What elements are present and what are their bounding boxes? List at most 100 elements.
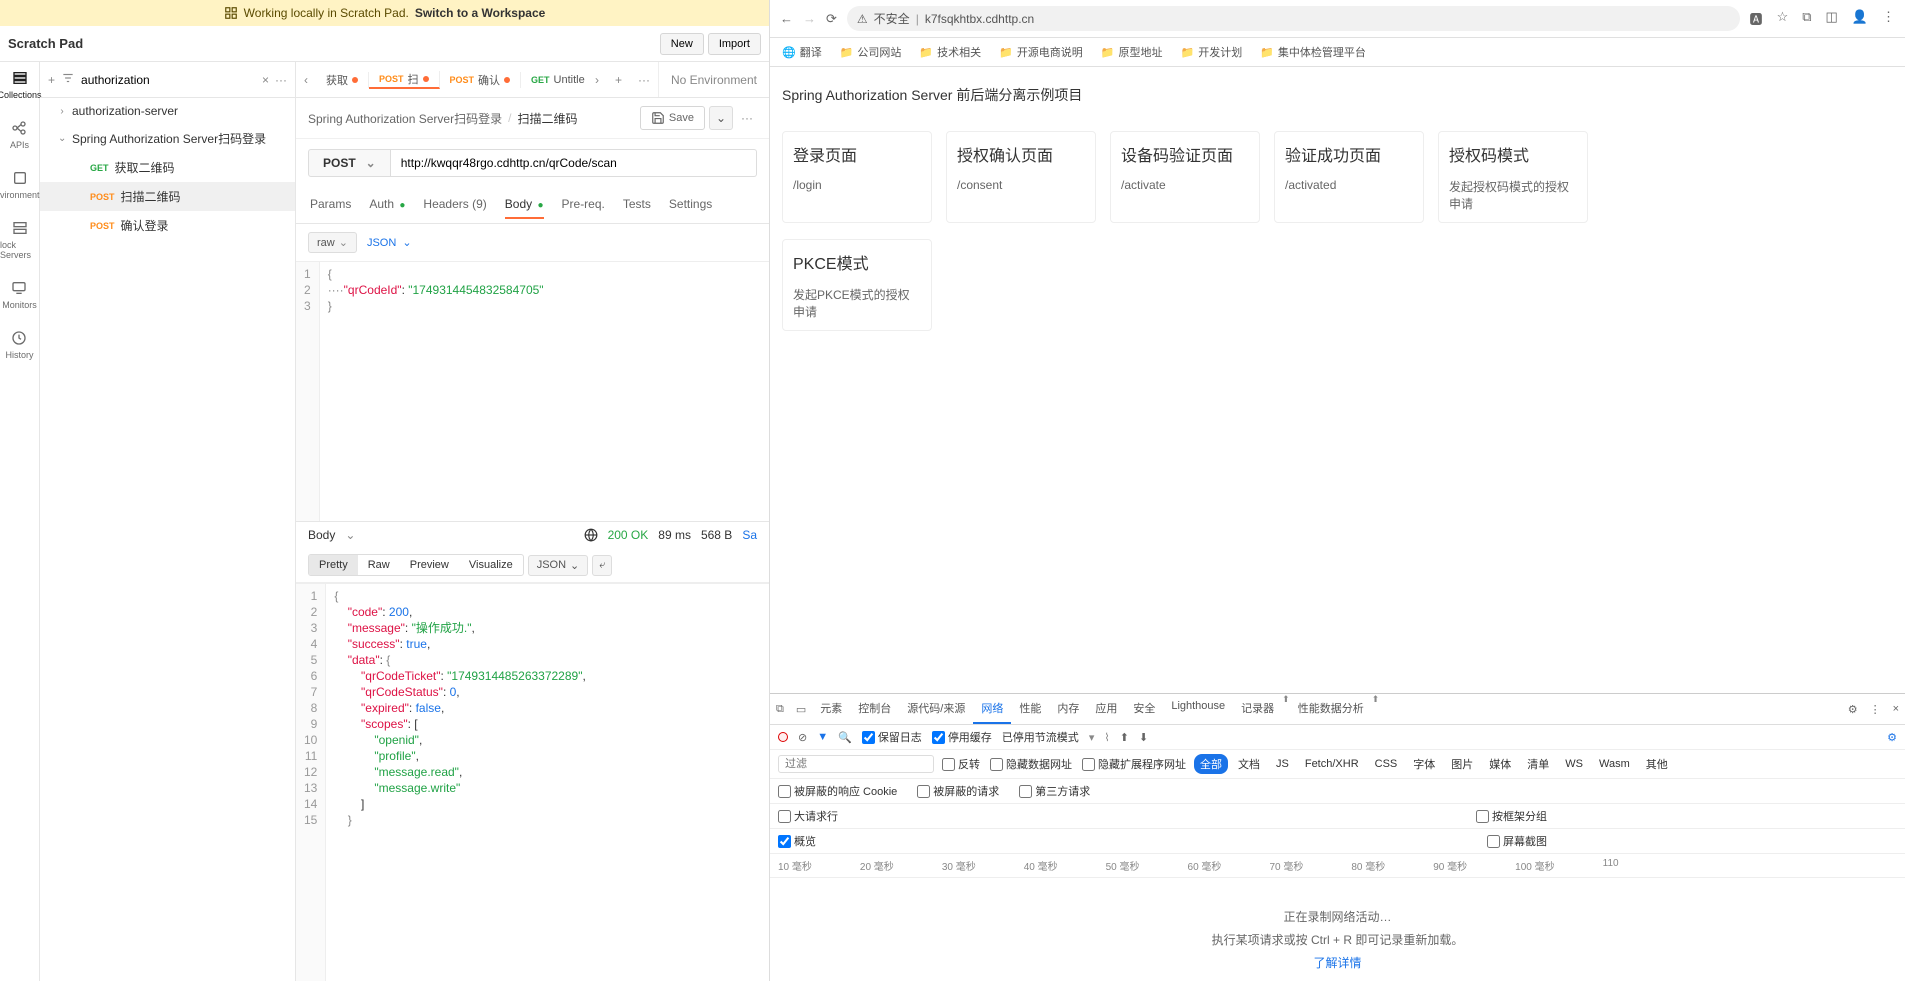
type-filter-全部[interactable]: 全部 bbox=[1194, 754, 1228, 774]
extensions-icon[interactable]: ⧉ bbox=[1802, 9, 1811, 28]
checkbox-被屏蔽的响应 Cookie[interactable]: 被屏蔽的响应 Cookie bbox=[778, 783, 897, 799]
sub-tab-settings[interactable]: Settings bbox=[669, 191, 712, 219]
devtools-tab[interactable]: 源代码/来源 bbox=[899, 694, 973, 724]
checkbox-概览[interactable]: 概览 bbox=[778, 833, 816, 849]
sidebar-item-history[interactable]: History bbox=[5, 330, 33, 360]
reload-icon[interactable]: ⟳ bbox=[826, 11, 837, 27]
nav-card[interactable]: PKCE模式发起PKCE模式的授权申请 bbox=[782, 239, 932, 331]
type-filter-其他[interactable]: 其他 bbox=[1640, 754, 1674, 774]
bookmark-item[interactable]: 📁技术相关 bbox=[919, 44, 981, 60]
sidebar-item-monitors[interactable]: Monitors bbox=[2, 280, 37, 310]
checkbox-隐藏扩展程序网址[interactable]: 隐藏扩展程序网址 bbox=[1082, 756, 1186, 772]
filter-icon[interactable] bbox=[61, 71, 75, 88]
banner-link[interactable]: Switch to a Workspace bbox=[415, 6, 545, 20]
sidebar-item-environments[interactable]: nvironments bbox=[0, 170, 44, 200]
nav-card[interactable]: 授权确认页面/consent bbox=[946, 131, 1096, 223]
type-filter-Wasm[interactable]: Wasm bbox=[1593, 756, 1636, 772]
network-filter-input[interactable] bbox=[778, 755, 934, 773]
method-selector[interactable]: POST ⌄ bbox=[308, 149, 391, 177]
wifi-icon[interactable]: ⌇ bbox=[1104, 731, 1109, 744]
breadcrumb-parent[interactable]: Spring Authorization Server扫码登录 bbox=[308, 110, 502, 127]
request-tab[interactable]: 获取 bbox=[316, 72, 369, 88]
environment-selector[interactable]: No Environment bbox=[658, 62, 769, 97]
nav-card[interactable]: 设备码验证页面/activate bbox=[1110, 131, 1260, 223]
checkbox-第三方请求[interactable]: 第三方请求 bbox=[1019, 783, 1090, 799]
throttle-dropdown-icon[interactable]: ▾ bbox=[1089, 731, 1095, 744]
type-filter-文档[interactable]: 文档 bbox=[1232, 754, 1266, 774]
checkbox-大请求行[interactable]: 大请求行 bbox=[778, 808, 838, 824]
folder-item[interactable]: ›authorization-server bbox=[40, 98, 295, 124]
devtools-tab[interactable]: Lighthouse bbox=[1163, 694, 1233, 724]
response-view-raw[interactable]: Raw bbox=[358, 555, 400, 575]
dtmore-icon[interactable]: ⋮ bbox=[1864, 699, 1887, 720]
request-tab[interactable]: POST扫 bbox=[369, 71, 440, 89]
response-view-pretty[interactable]: Pretty bbox=[309, 555, 358, 575]
filter-toggle-icon[interactable]: ▼ bbox=[817, 731, 828, 743]
checkbox-隐藏数据网址[interactable]: 隐藏数据网址 bbox=[990, 756, 1072, 772]
tabs-more-icon[interactable]: ··· bbox=[630, 73, 658, 87]
type-filter-字体[interactable]: 字体 bbox=[1407, 754, 1441, 774]
nav-card[interactable]: 授权码模式发起授权码模式的授权申请 bbox=[1438, 131, 1588, 223]
sidebar-item-collections[interactable]: Collections bbox=[0, 70, 42, 100]
devtools-tab[interactable]: 记录器 bbox=[1233, 694, 1282, 724]
sub-tab-prereq[interactable]: Pre-req. bbox=[562, 191, 605, 219]
tree-search-input[interactable] bbox=[81, 73, 256, 87]
type-filter-CSS[interactable]: CSS bbox=[1369, 756, 1404, 772]
type-filter-清单[interactable]: 清单 bbox=[1521, 754, 1555, 774]
back-icon[interactable]: ← bbox=[780, 11, 793, 27]
panel-icon[interactable]: ◫ bbox=[1826, 9, 1838, 28]
new-button[interactable]: New bbox=[660, 33, 704, 55]
checkbox-按框架分组[interactable]: 按框架分组 bbox=[1476, 808, 1547, 824]
request-item[interactable]: POST确认登录 bbox=[40, 211, 295, 240]
throttle-label[interactable]: 已停用节流模式 bbox=[1002, 729, 1079, 745]
clear-search-icon[interactable]: × bbox=[262, 73, 269, 87]
devtools-tab[interactable]: 控制台 bbox=[850, 694, 899, 724]
upload-icon[interactable]: ⬆ bbox=[1120, 731, 1129, 744]
add-collection-icon[interactable]: + bbox=[48, 73, 55, 87]
body-format-selector[interactable]: JSON ⌄ bbox=[367, 236, 412, 249]
close-devtools-icon[interactable]: × bbox=[1887, 699, 1905, 719]
checkbox-屏幕截图[interactable]: 屏幕截图 bbox=[1487, 833, 1547, 849]
save-button[interactable]: Save bbox=[640, 106, 705, 130]
import-button[interactable]: Import bbox=[708, 33, 761, 55]
type-filter-JS[interactable]: JS bbox=[1270, 756, 1295, 772]
request-item[interactable]: GET获取二维码 bbox=[40, 153, 295, 182]
sub-tab-headers[interactable]: Headers (9) bbox=[423, 191, 486, 219]
response-wrap-icon[interactable]: ⤶ bbox=[592, 555, 612, 576]
globe-icon[interactable] bbox=[584, 528, 598, 542]
nav-card[interactable]: 登录页面/login bbox=[782, 131, 932, 223]
response-body-label[interactable]: Body bbox=[308, 528, 335, 542]
request-body-editor[interactable]: 123 {····"qrCodeId": "174931445483258470… bbox=[296, 261, 769, 521]
url-input[interactable] bbox=[391, 149, 757, 177]
record-icon[interactable] bbox=[778, 732, 788, 742]
tabs-prev-icon[interactable]: ‹ bbox=[296, 73, 316, 87]
download-icon[interactable]: ⬇ bbox=[1139, 731, 1148, 744]
learn-more-link[interactable]: 了解详情 bbox=[1313, 954, 1361, 971]
sidebar-item-apis[interactable]: APIs bbox=[10, 120, 29, 150]
tabs-add-icon[interactable]: + bbox=[607, 73, 630, 87]
sub-tab-tests[interactable]: Tests bbox=[623, 191, 651, 219]
bookmark-item[interactable]: 📁开源电商说明 bbox=[999, 44, 1083, 60]
sidebar-item-mockservers[interactable]: lock Servers bbox=[0, 220, 39, 260]
devtools-tab[interactable]: 安全 bbox=[1125, 694, 1163, 724]
sub-tab-auth[interactable]: Auth ● bbox=[369, 191, 405, 219]
type-filter-媒体[interactable]: 媒体 bbox=[1483, 754, 1517, 774]
request-tab[interactable]: GETUntitle bbox=[521, 74, 587, 86]
response-body-viewer[interactable]: 123456789101112131415 { "code": 200, "me… bbox=[296, 583, 769, 981]
devtools-tab[interactable]: 元素 bbox=[812, 694, 850, 724]
body-raw-selector[interactable]: raw ⌄ bbox=[308, 232, 357, 253]
response-format-selector[interactable]: JSON ⌄ bbox=[528, 555, 589, 576]
bookmark-item[interactable]: 📁集中体检管理平台 bbox=[1260, 44, 1366, 60]
sub-tab-params[interactable]: Params bbox=[310, 191, 351, 219]
bookmark-item[interactable]: 📁开发计划 bbox=[1181, 44, 1243, 60]
tree-more-icon[interactable]: ··· bbox=[275, 73, 287, 87]
folder-item[interactable]: ⌄Spring Authorization Server扫码登录 bbox=[40, 124, 295, 153]
devtools-tab[interactable]: 性能 bbox=[1011, 694, 1049, 724]
request-item[interactable]: POST扫描二维码 bbox=[40, 182, 295, 211]
menu-icon[interactable]: ⋮ bbox=[1882, 9, 1895, 28]
devtools-tab[interactable]: 网络 bbox=[973, 694, 1011, 724]
nav-card[interactable]: 验证成功页面/activated bbox=[1274, 131, 1424, 223]
devtools-tab[interactable]: 内存 bbox=[1049, 694, 1087, 724]
checkbox-保留日志[interactable]: 保留日志 bbox=[862, 729, 922, 745]
inspect-icon[interactable]: ⧉ bbox=[770, 699, 790, 720]
